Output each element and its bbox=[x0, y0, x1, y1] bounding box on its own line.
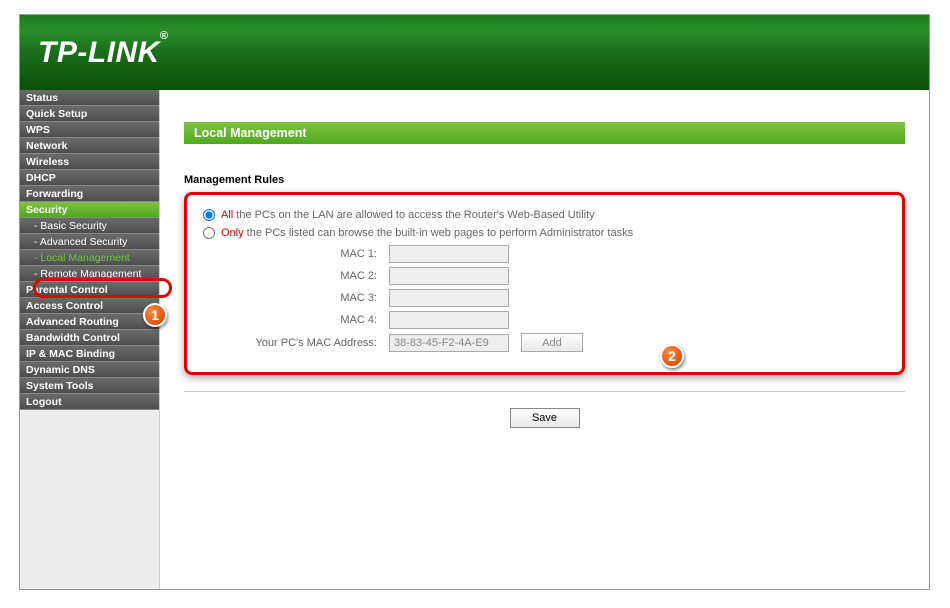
radio-only-highlight: Only bbox=[221, 227, 244, 239]
sidebar-item-2[interactable]: WPS bbox=[20, 122, 159, 138]
mac3-row: MAC 3: bbox=[199, 289, 890, 307]
section-label: Management Rules bbox=[184, 174, 905, 186]
sidebar-item-19[interactable]: Logout bbox=[20, 394, 159, 410]
radio-all[interactable] bbox=[203, 209, 215, 221]
brand-text: TP-LINK bbox=[38, 36, 160, 69]
sidebar-item-12[interactable]: Parental Control bbox=[20, 282, 159, 298]
sidebar-item-3[interactable]: Network bbox=[20, 138, 159, 154]
radio-all-row[interactable]: All the PCs on the LAN are allowed to ac… bbox=[203, 209, 890, 221]
sidebar-item-11[interactable]: - Remote Management bbox=[20, 266, 159, 282]
mac2-row: MAC 2: bbox=[199, 267, 890, 285]
mac1-row: MAC 1: bbox=[199, 245, 890, 263]
sidebar-item-0[interactable]: Status bbox=[20, 90, 159, 106]
sidebar-item-15[interactable]: Bandwidth Control bbox=[20, 330, 159, 346]
brand-logo: TP-LINK® bbox=[38, 36, 168, 70]
radio-all-text: the PCs on the LAN are allowed to access… bbox=[233, 209, 594, 221]
header: TP-LINK® bbox=[20, 15, 929, 90]
page-title: Local Management bbox=[184, 122, 905, 144]
sidebar-item-1[interactable]: Quick Setup bbox=[20, 106, 159, 122]
radio-all-highlight: All bbox=[221, 209, 233, 221]
sidebar-item-14[interactable]: Advanced Routing bbox=[20, 314, 159, 330]
sidebar-item-16[interactable]: IP & MAC Binding bbox=[20, 346, 159, 362]
yourmac-input bbox=[389, 334, 509, 352]
sidebar: StatusQuick SetupWPSNetworkWirelessDHCPF… bbox=[20, 90, 160, 589]
yourmac-row: Your PC's MAC Address: Add bbox=[199, 333, 890, 352]
mac4-label: MAC 4: bbox=[199, 314, 389, 326]
sidebar-item-5[interactable]: DHCP bbox=[20, 170, 159, 186]
sidebar-item-17[interactable]: Dynamic DNS bbox=[20, 362, 159, 378]
mac4-row: MAC 4: bbox=[199, 311, 890, 329]
radio-only[interactable] bbox=[203, 227, 215, 239]
save-button[interactable]: Save bbox=[510, 408, 580, 428]
yourmac-label: Your PC's MAC Address: bbox=[199, 337, 389, 349]
mac1-input[interactable] bbox=[389, 245, 509, 263]
mac3-input[interactable] bbox=[389, 289, 509, 307]
mac4-input[interactable] bbox=[389, 311, 509, 329]
body: StatusQuick SetupWPSNetworkWirelessDHCPF… bbox=[20, 90, 929, 589]
callout-2: 2 bbox=[660, 344, 684, 368]
sidebar-item-7[interactable]: Security bbox=[20, 202, 159, 218]
mac2-input[interactable] bbox=[389, 267, 509, 285]
sidebar-item-10[interactable]: - Local Management bbox=[20, 250, 159, 266]
mac3-label: MAC 3: bbox=[199, 292, 389, 304]
app-frame: TP-LINK® StatusQuick SetupWPSNetworkWire… bbox=[19, 14, 930, 590]
rules-panel: All the PCs on the LAN are allowed to ac… bbox=[184, 192, 905, 375]
content: Local Management Management Rules All th… bbox=[160, 90, 929, 589]
sidebar-item-9[interactable]: - Advanced Security bbox=[20, 234, 159, 250]
sidebar-item-18[interactable]: System Tools bbox=[20, 378, 159, 394]
sidebar-item-13[interactable]: Access Control bbox=[20, 298, 159, 314]
callout-1: 1 bbox=[143, 303, 167, 327]
mac1-label: MAC 1: bbox=[199, 248, 389, 260]
sidebar-item-6[interactable]: Forwarding bbox=[20, 186, 159, 202]
save-wrap: Save bbox=[184, 408, 905, 428]
radio-only-row[interactable]: Only the PCs listed can browse the built… bbox=[203, 227, 890, 239]
sidebar-item-4[interactable]: Wireless bbox=[20, 154, 159, 170]
separator bbox=[184, 391, 905, 392]
add-button[interactable]: Add bbox=[521, 333, 583, 352]
mac2-label: MAC 2: bbox=[199, 270, 389, 282]
radio-only-text: the PCs listed can browse the built-in w… bbox=[244, 227, 633, 239]
sidebar-item-8[interactable]: - Basic Security bbox=[20, 218, 159, 234]
